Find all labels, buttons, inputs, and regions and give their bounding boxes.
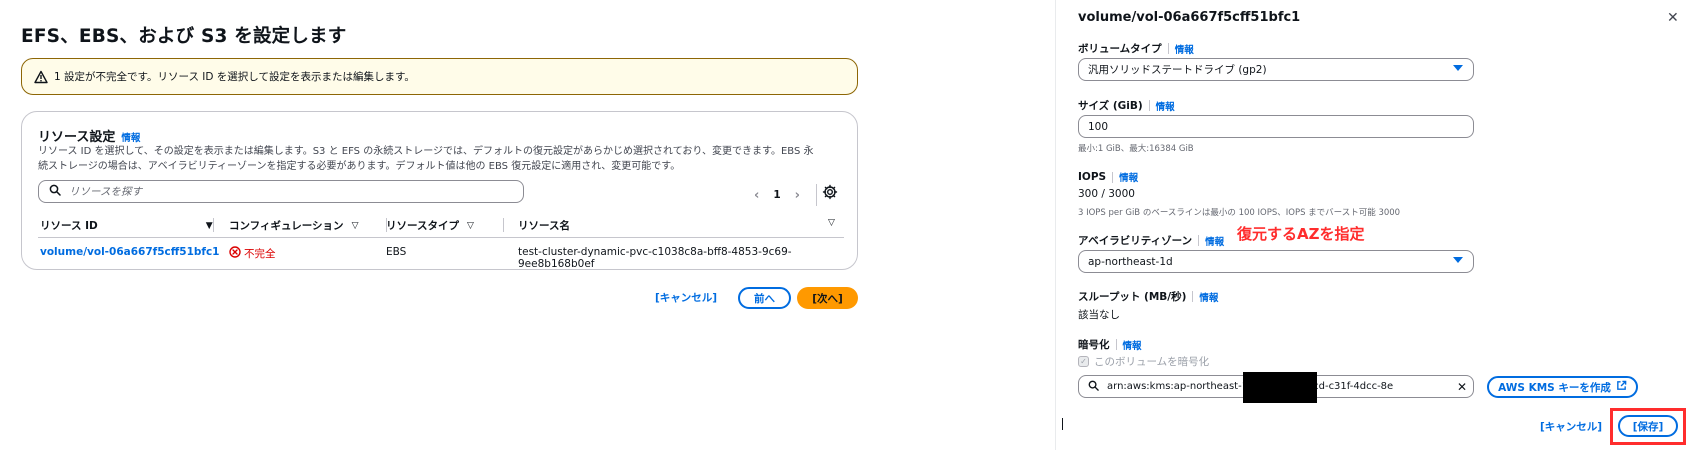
cancel-button[interactable]: [キャンセル]	[655, 290, 717, 305]
description-line-2: 続ストレージの場合は、アベイラビリティーゾーンを指定する必要があります。デフォル…	[38, 161, 681, 172]
config-status-text: 不完全	[244, 248, 276, 260]
column-header-resource-name[interactable]: リソース名	[518, 218, 570, 233]
resource-type-cell: EBS	[386, 246, 407, 258]
description-line-1: リソース ID を選択して、その設定を表示または編集します。S3 と EFS の…	[38, 146, 814, 157]
resource-settings-description: リソース ID を選択して、その設定を表示または編集します。S3 と EFS の…	[38, 144, 848, 174]
next-button[interactable]: [次へ]	[797, 287, 858, 309]
sort-icon[interactable]: ▽	[352, 221, 359, 231]
redaction-box	[1243, 372, 1317, 403]
throughput-label: スループット (MB/秒) 情報	[1078, 289, 1218, 304]
volume-type-select[interactable]: 汎用ソリッドステートドライブ (gp2)	[1078, 58, 1474, 81]
info-link[interactable]: 情報	[1156, 99, 1175, 113]
availability-zone-select[interactable]: ap-northeast-1d	[1078, 250, 1474, 273]
size-hint: 最小:1 GiB、最大:16384 GiB	[1078, 144, 1194, 154]
checkbox-checked-icon[interactable]: ✓	[1078, 356, 1089, 367]
config-status: 不完全	[229, 246, 276, 261]
encryption-label-text: 暗号化	[1078, 339, 1110, 351]
column-label: リソース ID	[40, 220, 98, 232]
iops-hint: 3 IOPS per GiB のベースラインは最小の 100 IOPS、IOPS…	[1078, 208, 1401, 218]
annotation-text: 復元するAZを指定	[1237, 225, 1365, 243]
encryption-label: 暗号化 情報	[1078, 337, 1142, 352]
size-label: サイズ (GiB) 情報	[1078, 98, 1175, 113]
warning-icon	[34, 70, 48, 84]
page-number[interactable]: 1	[773, 189, 780, 201]
throughput-label-text: スループット (MB/秒)	[1078, 291, 1187, 303]
main-content: EFS、EBS、および S3 を設定します 1 設定が不完全です。リソース ID…	[0, 0, 1055, 450]
resource-name-cell: test-cluster-dynamic-pvc-c1038c8a-bff8-4…	[518, 246, 792, 270]
column-label: リソース名	[518, 220, 570, 232]
caret-down-icon	[1453, 65, 1463, 71]
previous-button[interactable]: 前へ	[738, 287, 791, 309]
column-divider	[213, 218, 214, 232]
size-input[interactable]: 100	[1078, 115, 1474, 138]
pager-divider	[816, 184, 818, 206]
resource-id-link[interactable]: volume/vol-06a667f5cff51bfc1	[40, 246, 220, 258]
column-label: リソースタイプ	[386, 220, 459, 232]
search-placeholder: リソースを探す	[69, 186, 142, 198]
info-link[interactable]: 情報	[1175, 42, 1194, 56]
iops-value: 300 / 3000	[1078, 188, 1135, 200]
volume-type-label: ボリュームタイプ 情報	[1078, 41, 1194, 56]
panel-cancel-button[interactable]: [キャンセル]	[1540, 419, 1602, 434]
availability-zone-label: アベイラビリティゾーン 情報	[1078, 233, 1224, 248]
throughput-value: 該当なし	[1078, 309, 1120, 321]
encrypt-checkbox-label: このボリュームを暗号化	[1094, 356, 1210, 368]
search-icon	[1088, 380, 1099, 394]
volume-type-value: 汎用ソリッドステートドライブ (gp2)	[1088, 64, 1267, 76]
volume-type-label-text: ボリュームタイプ	[1078, 43, 1162, 55]
info-link[interactable]: 情報	[1199, 290, 1218, 304]
table-header: リソース ID ▼ コンフィギュレーション ▽ リソースタイプ ▽ リソース名 …	[38, 212, 844, 238]
chevron-right-icon[interactable]: ›	[795, 188, 800, 203]
az-label-text: アベイラビリティゾーン	[1078, 235, 1193, 247]
resource-settings-heading: リソース設定	[38, 130, 116, 145]
chevron-left-icon[interactable]: ‹	[754, 188, 759, 203]
column-label: コンフィギュレーション	[229, 220, 344, 232]
create-kms-key-button[interactable]: AWS KMS キーを作成	[1487, 376, 1638, 398]
search-icon	[49, 184, 61, 199]
info-link[interactable]: 情報	[1205, 234, 1224, 248]
close-icon[interactable]: ✕	[1667, 10, 1679, 26]
iops-label-text: IOPS	[1078, 171, 1107, 183]
alert-text: 1 設定が不完全です。リソース ID を選択して設定を表示または編集します。	[54, 71, 415, 83]
panel-title: volume/vol-06a667f5cff51bfc1	[1078, 10, 1301, 25]
error-icon	[229, 246, 241, 261]
resource-search-input[interactable]: リソースを探す	[38, 180, 524, 203]
resource-settings-title: リソース設定 情報	[38, 126, 140, 145]
resource-settings-card: リソース設定 情報 リソース ID を選択して、その設定を表示または編集します。S…	[21, 111, 858, 270]
clear-icon[interactable]: ✕	[1457, 380, 1467, 394]
pagination: ‹ 1 ›	[754, 184, 818, 206]
sort-down-icon[interactable]: ▼	[206, 221, 213, 231]
save-button[interactable]: [保存]	[1618, 415, 1678, 437]
external-link-icon	[1616, 380, 1627, 394]
column-header-configuration[interactable]: コンフィギュレーション ▽	[229, 218, 358, 233]
iops-label: IOPS 情報	[1078, 170, 1138, 184]
info-link[interactable]: 情報	[121, 133, 140, 144]
column-header-resource-id[interactable]: リソース ID ▼	[40, 218, 213, 233]
sort-icon[interactable]: ▽	[828, 218, 835, 228]
page-title: EFS、EBS、および S3 を設定します	[21, 26, 347, 47]
caret-down-icon	[1453, 257, 1463, 263]
table-row[interactable]: volume/vol-06a667f5cff51bfc1 不完全 EBS tes…	[38, 238, 844, 270]
incomplete-settings-alert: 1 設定が不完全です。リソース ID を選択して設定を表示または編集します。	[21, 58, 858, 95]
sort-icon[interactable]: ▽	[467, 221, 474, 231]
text-cursor	[1062, 418, 1063, 430]
gear-icon[interactable]	[822, 184, 838, 200]
info-link[interactable]: 情報	[1119, 170, 1138, 184]
column-header-resource-type[interactable]: リソースタイプ ▽	[386, 218, 474, 233]
info-link[interactable]: 情報	[1123, 338, 1142, 352]
encrypt-volume-checkbox[interactable]: ✓ このボリュームを暗号化	[1078, 354, 1209, 369]
create-kms-key-label: AWS KMS キーを作成	[1498, 381, 1611, 394]
size-label-text: サイズ (GiB)	[1078, 100, 1143, 112]
az-value: ap-northeast-1d	[1088, 255, 1173, 268]
column-divider	[503, 218, 504, 232]
